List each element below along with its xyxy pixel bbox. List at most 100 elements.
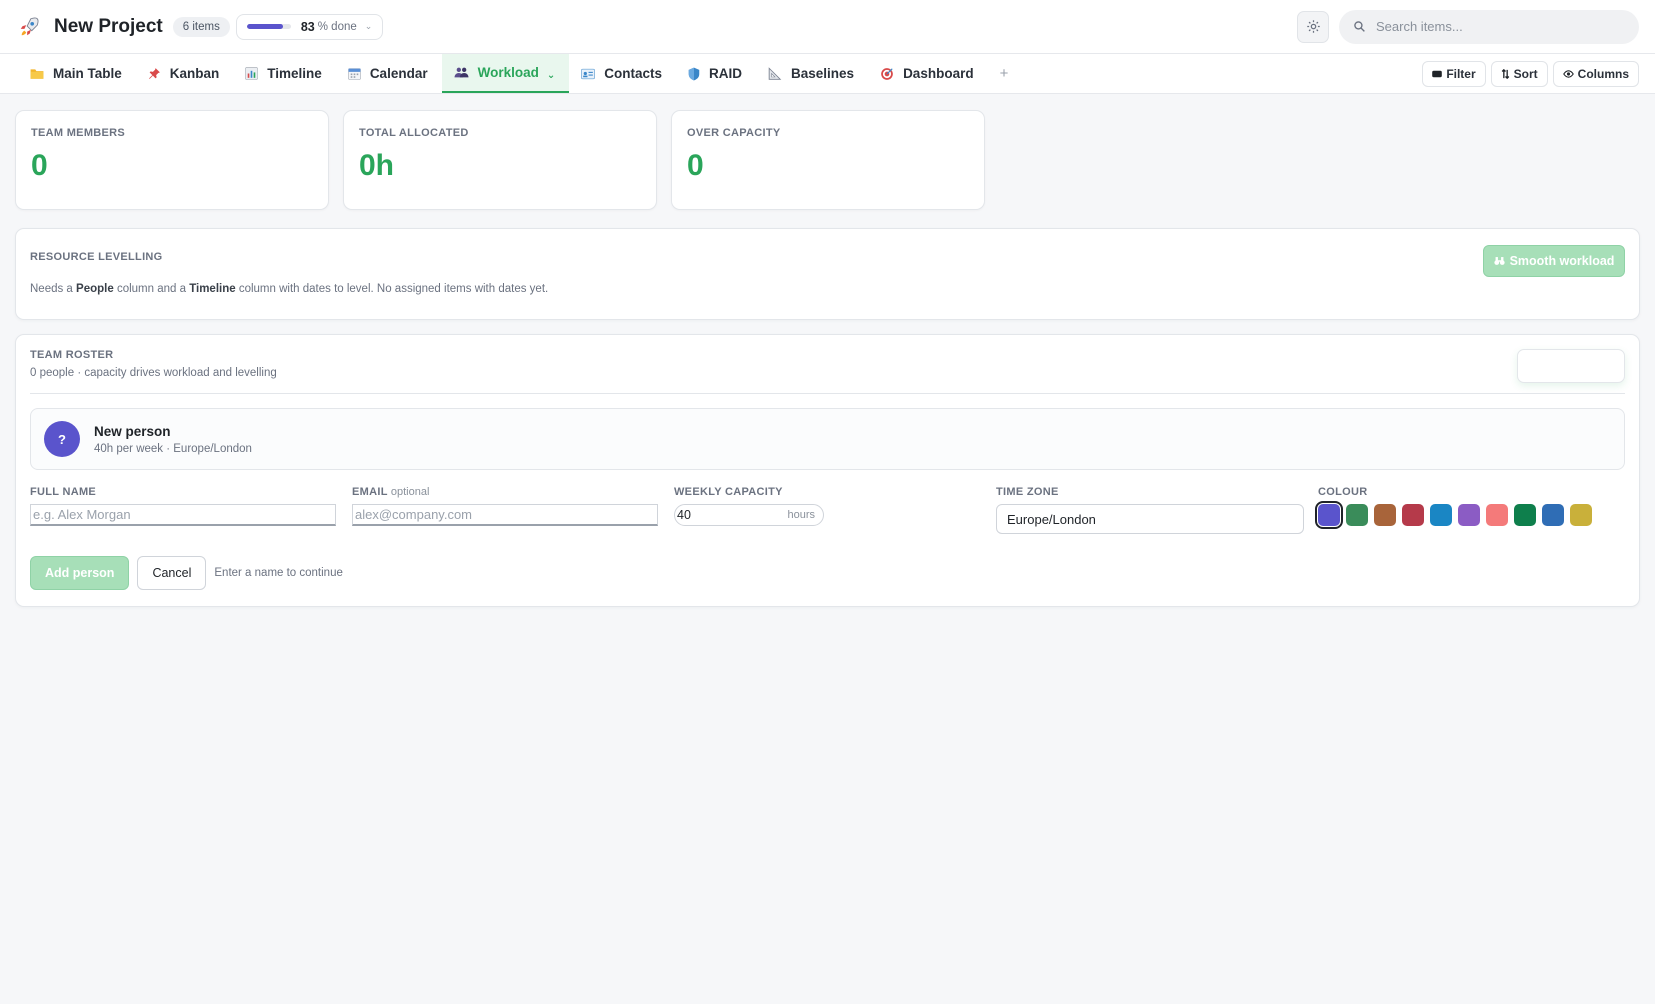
progress-track — [246, 24, 291, 29]
roster-action-button[interactable] — [1517, 349, 1625, 383]
colour-swatch[interactable] — [1402, 504, 1424, 526]
tab-label: Kanban — [169, 66, 220, 81]
button-label: Smooth workload — [1509, 254, 1615, 268]
settings-button[interactable] — [1297, 10, 1329, 43]
tab-calendar[interactable]: Calendar — [336, 54, 442, 93]
tab-baselines[interactable]: Baselines — [756, 54, 868, 93]
field-label: FULL NAME — [30, 486, 97, 498]
chevron-down-icon: ⌄ — [364, 21, 373, 31]
stat-label: TEAM MEMBERS — [31, 127, 126, 139]
progress-pill[interactable]: 83 % done ⌄ — [235, 13, 384, 40]
colour-swatch[interactable] — [1542, 504, 1564, 526]
colour-swatch[interactable] — [1346, 504, 1368, 526]
sort-label: Sort — [1513, 66, 1538, 81]
colour-swatch[interactable] — [1430, 504, 1452, 526]
colour-swatch[interactable] — [1486, 504, 1508, 526]
add-person-form: FULL NAME EMAIL optional WEEKLY CAPACITY… — [30, 486, 1625, 534]
tab-label: Main Table — [53, 66, 122, 81]
capacity-input-wrap: hours — [674, 504, 824, 526]
tab-kanban[interactable]: Kanban — [136, 54, 234, 93]
full-name-input[interactable] — [30, 504, 336, 526]
stat-card-total-allocated: TOTAL ALLOCATED 0h — [343, 110, 657, 210]
tab-dashboard[interactable]: Dashboard — [868, 54, 988, 93]
stat-label: OVER CAPACITY — [687, 127, 781, 139]
filter-label: Filter — [1446, 66, 1476, 81]
chevron-down-icon[interactable]: ⌄ — [547, 70, 555, 81]
weekly-capacity-input[interactable] — [677, 508, 777, 522]
columns-label: Columns — [1577, 66, 1629, 81]
people-icon — [454, 66, 469, 79]
colour-swatch[interactable] — [1514, 504, 1536, 526]
colour-field-group: COLOUR — [1315, 486, 1592, 534]
colour-swatch[interactable] — [1458, 504, 1480, 526]
sort-button[interactable]: Sort — [1490, 60, 1548, 87]
capacity-field-group: WEEKLY CAPACITY hours — [674, 486, 996, 534]
roster-subtitle: 0 people · capacity drives workload and … — [30, 367, 277, 379]
colour-swatch[interactable] — [1570, 504, 1592, 526]
tab-label: Workload — [477, 65, 539, 80]
person-meta: 40h per week · Europe/London — [94, 442, 252, 455]
tab-label: Baselines — [791, 66, 855, 81]
tab-label: Calendar — [369, 66, 428, 81]
bar-chart-icon — [245, 67, 259, 80]
filter-icon — [1432, 70, 1443, 78]
gear-icon — [1306, 20, 1320, 33]
tab-label: Timeline — [267, 66, 322, 81]
name-field-group: FULL NAME — [30, 486, 352, 534]
levelling-description: Needs a People column and a Timeline col… — [30, 283, 1625, 295]
add-person-button[interactable]: Add person — [30, 556, 130, 590]
view-tabs: Main Table Kanban Timeline Calendar Work… — [0, 54, 1655, 94]
email-field-group: EMAIL optional — [352, 486, 674, 534]
smooth-workload-button[interactable]: Smooth workload — [1483, 245, 1625, 277]
rocket-icon — [16, 14, 42, 40]
project-title[interactable]: New Project — [54, 16, 163, 38]
target-icon — [880, 67, 894, 81]
desc-bold: People — [76, 283, 114, 295]
stats-row: TEAM MEMBERS 0 TOTAL ALLOCATED 0h OVER C… — [15, 110, 1640, 210]
desc-text: Needs a — [30, 283, 77, 295]
person-name: New person — [94, 423, 171, 439]
stat-value: 0h — [359, 149, 395, 182]
stat-card-team-members: TEAM MEMBERS 0 — [15, 110, 329, 210]
item-count-badge: 6 items — [172, 16, 230, 37]
cancel-button[interactable]: Cancel — [137, 556, 207, 590]
stat-card-over-capacity: OVER CAPACITY 0 — [671, 110, 985, 210]
desc-text: column and a — [113, 283, 190, 295]
team-roster-card: TEAM ROSTER 0 people · capacity drives w… — [15, 334, 1640, 607]
filter-button[interactable]: Filter — [1422, 60, 1486, 87]
form-hint: Enter a name to continue — [214, 567, 343, 579]
progress-value: 83 — [300, 19, 315, 34]
tab-label: Dashboard — [903, 66, 974, 81]
eye-icon — [1562, 69, 1574, 78]
tab-timeline[interactable]: Timeline — [233, 54, 336, 93]
timezone-select[interactable]: Europe/London — [996, 504, 1304, 534]
resource-levelling-card: RESOURCE LEVELLING Needs a People column… — [15, 228, 1640, 320]
tab-label: Contacts — [604, 66, 663, 81]
id-card-icon — [581, 68, 595, 80]
colour-swatch[interactable] — [1374, 504, 1396, 526]
field-label: EMAIL optional — [352, 486, 674, 498]
search-icon — [1354, 21, 1365, 32]
search-input[interactable] — [1376, 19, 1616, 34]
tab-main-table[interactable]: Main Table — [18, 54, 136, 93]
shield-icon — [688, 67, 700, 81]
tab-contacts[interactable]: Contacts — [569, 54, 676, 93]
tab-workload[interactable]: Workload ⌄ — [441, 54, 570, 93]
pushpin-icon — [148, 67, 161, 80]
section-title: TEAM ROSTER — [30, 349, 114, 361]
field-label-text: EMAIL — [352, 486, 388, 498]
field-label: COLOUR — [1318, 486, 1368, 498]
tab-raid[interactable]: RAID — [676, 54, 756, 93]
field-label: TIME ZONE — [996, 486, 1059, 498]
columns-button[interactable]: Columns — [1552, 60, 1639, 87]
app-header: New Project 6 items 83 % done ⌄ — [0, 0, 1655, 54]
search-box[interactable] — [1339, 9, 1639, 44]
triangle-ruler-icon — [768, 67, 782, 80]
section-title: RESOURCE LEVELLING — [30, 251, 163, 263]
form-actions: Add person Cancel Enter a name to contin… — [30, 556, 1625, 590]
add-tab-button[interactable]: + — [988, 54, 1021, 93]
desc-bold: Timeline — [189, 283, 236, 295]
colour-swatch[interactable] — [1315, 501, 1343, 529]
binoculars-icon — [1493, 256, 1505, 266]
email-input[interactable] — [352, 504, 658, 526]
